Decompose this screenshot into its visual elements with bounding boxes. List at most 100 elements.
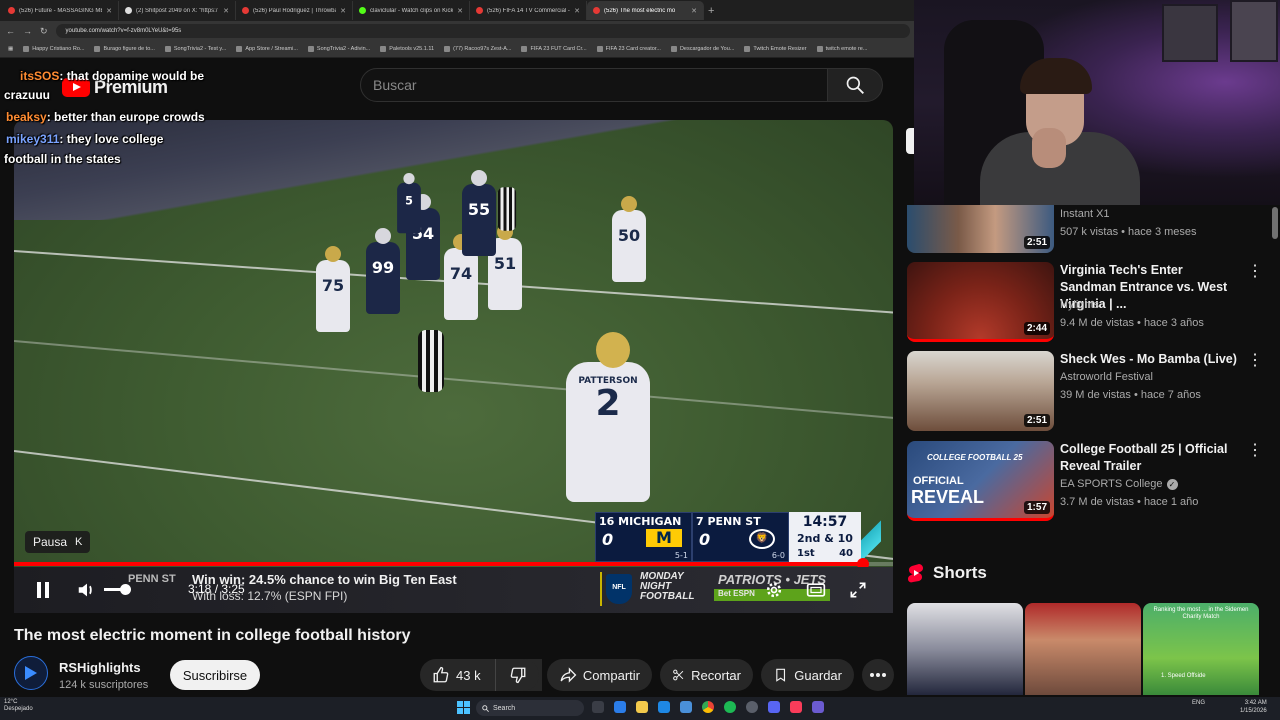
bookmark-item[interactable]: Paletools v25.1.11 <box>380 46 434 52</box>
forward-icon[interactable]: → <box>23 26 32 36</box>
sidebar-scrollbar[interactable] <box>1272 207 1278 239</box>
chrome-icon[interactable] <box>702 701 714 713</box>
time-display: 3:18 / 3:25 <box>188 582 245 596</box>
more-vertical-icon[interactable]: ⋮ <box>1247 353 1263 371</box>
recommendation-channel[interactable]: EA SPORTS College ✓ <box>1060 478 1178 490</box>
video-progress-bar[interactable] <box>14 558 893 570</box>
fullscreen-icon <box>850 582 866 598</box>
fullscreen-button[interactable] <box>848 580 868 600</box>
system-tray[interactable]: ENG <box>1160 700 1205 706</box>
recommendation-channel[interactable]: Astroworld Festival <box>1060 371 1153 383</box>
short-thumbnail[interactable] <box>1025 603 1141 695</box>
close-tab-icon[interactable]: ✕ <box>106 7 112 15</box>
url-field[interactable]: youtube.com/watch?v=f-zv8m0LYeU&t=95s <box>55 24 910 38</box>
scorebug: 16 MICHIGAN 0 M 5-1 7 PENN ST 0 🦁 6-0 14… <box>595 512 881 562</box>
bookmark-item[interactable]: twitch emote re... <box>816 46 867 52</box>
volume-button[interactable] <box>76 579 98 601</box>
weather-widget[interactable]: 12°C Despejado <box>4 699 33 713</box>
recommendation-thumbnail[interactable]: 2:51 <box>907 205 1054 253</box>
bookmark-favicon-icon <box>521 46 528 52</box>
close-tab-icon[interactable]: ✕ <box>457 7 463 15</box>
taskbar-clock[interactable]: 3:42 AM 1/15/2026 <box>1240 699 1267 715</box>
bookmark-item[interactable]: Burago figure de to... <box>94 46 155 52</box>
theater-mode-button[interactable] <box>806 581 826 599</box>
taskbar-search[interactable]: Search <box>476 700 584 716</box>
mail-icon[interactable] <box>680 701 692 713</box>
volume-knob[interactable] <box>120 584 131 595</box>
volume-icon <box>78 583 92 597</box>
more-actions-button[interactable] <box>862 659 894 691</box>
recommendation-item[interactable]: 2:44 Virginia Tech's Enter Sandman Entra… <box>907 262 1272 342</box>
bookmark-item[interactable]: Twitch Emote Resizer <box>744 46 807 52</box>
close-tab-icon[interactable]: ✕ <box>574 7 580 15</box>
save-button[interactable]: Guardar <box>761 659 854 691</box>
recommendation-item[interactable]: COLLEGE FOOTBALL 25 OFFICIAL REVEAL 1:57… <box>907 441 1272 521</box>
edge-icon[interactable] <box>614 701 626 713</box>
chat-message-cont: football in the states <box>4 152 121 166</box>
shorts-icon <box>908 564 923 583</box>
short-thumbnail[interactable]: Ranking the most ... in the Sidemen Char… <box>1143 603 1259 695</box>
bookmark-item[interactable]: Descargador de You... <box>670 46 734 52</box>
bookmark-item[interactable]: App Store / Streami... <box>236 46 298 52</box>
file-explorer-icon[interactable] <box>636 701 648 713</box>
pause-button[interactable] <box>32 579 54 601</box>
browser-tab[interactable]: (2) Shitpost 2049 on X: "https:/✕ <box>119 1 236 20</box>
close-tab-icon[interactable]: ✕ <box>691 7 697 15</box>
bookmark-item[interactable]: SongTrivia2 - Adivin... <box>307 46 370 52</box>
recommendation-title[interactable]: Sheck Wes - Mo Bamba (Live) <box>1060 351 1240 368</box>
discord-icon[interactable] <box>768 701 780 713</box>
sidebar-chip[interactable] <box>906 128 914 154</box>
recommendation-item[interactable]: 2:51 Instant X1 507 k vistas • hace 3 me… <box>907 205 1272 255</box>
bookmark-item[interactable]: (77) Racoo97s Zest-A... <box>444 46 511 52</box>
more-vertical-icon[interactable]: ⋮ <box>1247 264 1263 282</box>
browser-tab[interactable]: (526) Paul Rodriguez | Throwba ✕ <box>236 1 353 20</box>
youtube-icon <box>476 7 483 14</box>
browser-tab[interactable]: claviclular - Watch clips on Kick ✕ <box>353 1 470 20</box>
channel-avatar[interactable] <box>14 656 48 690</box>
bookmark-item[interactable]: Happy Cristiano Ro... <box>23 46 84 52</box>
app-icon[interactable] <box>812 701 824 713</box>
task-view-icon[interactable] <box>592 701 604 713</box>
recommendation-thumbnail[interactable]: 2:51 <box>907 351 1054 431</box>
store-icon[interactable] <box>658 701 670 713</box>
close-tab-icon[interactable]: ✕ <box>223 7 229 15</box>
dislike-button[interactable] <box>495 659 539 691</box>
search-button[interactable] <box>827 68 883 102</box>
referee <box>497 187 517 231</box>
recommendation-thumbnail[interactable]: COLLEGE FOOTBALL 25 OFFICIAL REVEAL 1:57 <box>907 441 1054 521</box>
channel-name[interactable]: RSHighlights <box>59 660 141 675</box>
bookmark-item[interactable]: FIFA 23 Card creator... <box>596 46 661 52</box>
obs-icon[interactable] <box>746 701 758 713</box>
more-vertical-icon[interactable]: ⋮ <box>1247 443 1263 461</box>
bookmark-item[interactable]: FIFA 23 FUT Card Cr... <box>521 46 587 52</box>
recommendation-channel[interactable]: Hylights <box>1060 299 1099 311</box>
browser-tab-active[interactable]: (526) The most electric mo ✕ <box>587 1 704 20</box>
bookmark-favicon-icon <box>94 46 101 52</box>
windows-start-button[interactable] <box>457 701 470 714</box>
reload-icon[interactable]: ↻ <box>40 26 48 37</box>
pause-tooltip: Pausa K <box>25 531 91 553</box>
player-jersey: 55 <box>462 170 496 256</box>
recommendation-thumbnail[interactable]: 2:44 <box>907 262 1054 342</box>
back-icon[interactable]: ← <box>6 26 15 36</box>
address-bar-row: ← → ↻ youtube.com/watch?v=f-zv8m0LYeU&t=… <box>0 21 914 41</box>
chat-message: beaksy: better than europe crowds <box>6 110 205 124</box>
music-icon[interactable] <box>790 701 802 713</box>
spotify-icon[interactable] <box>724 701 736 713</box>
short-thumbnail[interactable] <box>907 603 1023 695</box>
recommendation-title[interactable]: College Football 25 | Official Reveal Tr… <box>1060 441 1240 475</box>
recommendation-channel[interactable]: Instant X1 <box>1060 208 1110 220</box>
apps-icon[interactable]: ▦ <box>8 46 13 52</box>
subscribe-button[interactable]: Suscribirse <box>170 660 260 690</box>
browser-tab[interactable]: (526) Future - MASSAGING ME ✕ <box>2 1 119 20</box>
new-tab-button[interactable]: + <box>708 5 714 17</box>
close-tab-icon[interactable]: ✕ <box>340 7 346 15</box>
settings-button[interactable] <box>764 580 784 600</box>
bookmark-item[interactable]: SongTrivia2 - Test y... <box>164 46 226 52</box>
clip-button[interactable]: Recortar <box>660 659 753 691</box>
share-button[interactable]: Compartir <box>547 659 652 691</box>
bookmark-favicon-icon <box>670 46 677 52</box>
search-input[interactable]: Buscar <box>360 68 828 102</box>
browser-tab[interactable]: (526) FIFA 14 TV Commercial - ✕ <box>470 1 587 20</box>
recommendation-item[interactable]: 2:51 Sheck Wes - Mo Bamba (Live) Astrowo… <box>907 351 1272 431</box>
